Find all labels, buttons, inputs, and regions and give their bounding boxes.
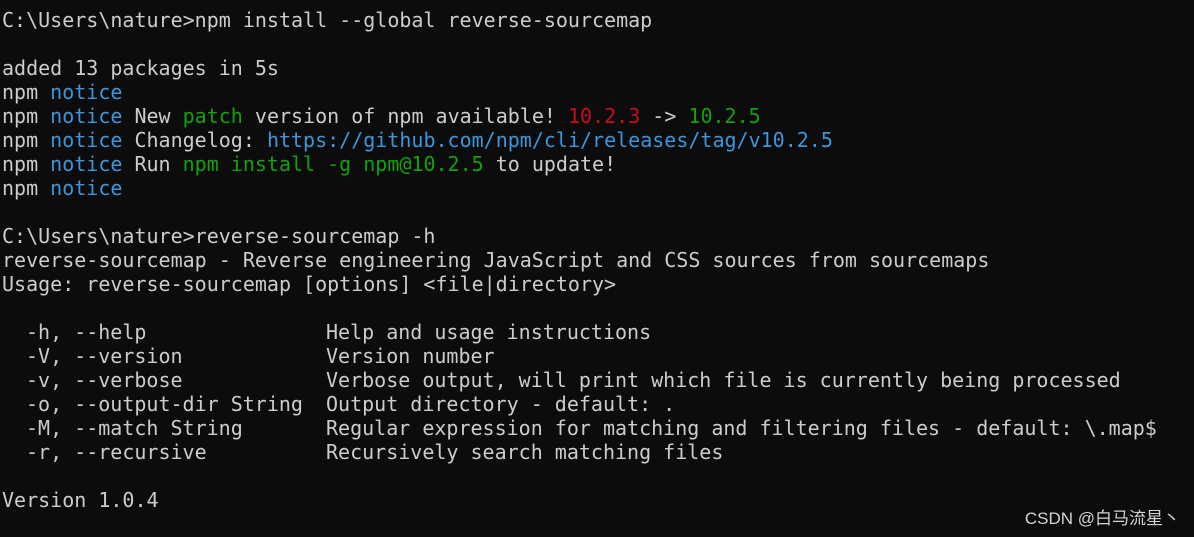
option-flag: -o, --output-dir String <box>26 392 303 416</box>
help-option-row: -v, --verbose Verbose output, will print … <box>2 368 1194 392</box>
option-description: Regular expression for matching and filt… <box>326 416 1157 440</box>
npm-notice-line: npm notice <box>2 80 123 104</box>
csdn-watermark: CSDN @白马流星丶 <box>1024 509 1180 528</box>
command-text: reverse-sourcemap -h <box>194 224 436 248</box>
old-version: 10.2.3 <box>567 104 641 128</box>
update-command: npm install -g npm@10.2.5 <box>182 152 484 176</box>
help-option-row: -o, --output-dir String Output directory … <box>2 392 1194 416</box>
help-option-row: -M, --match String Regular expression for… <box>2 416 1194 440</box>
notice-label: notice <box>50 128 123 152</box>
help-option-row: -V, --version Version number <box>2 344 1194 368</box>
notice-label: notice <box>50 176 123 200</box>
tool-description: reverse-sourcemap - Reverse engineering … <box>2 248 990 272</box>
option-description: Recursively search matching files <box>326 440 724 464</box>
help-option-row: -h, --help Help and usage instructions <box>2 320 1194 344</box>
prompt: C:\Users\nature> <box>2 8 195 32</box>
notice-label: notice <box>50 80 123 104</box>
new-version: 10.2.5 <box>688 104 761 128</box>
patch-label: patch <box>182 104 243 128</box>
help-option-row: -r, --recursive Recursively search matchi… <box>2 440 1194 464</box>
option-flag: -v, --verbose <box>26 368 183 392</box>
option-flag: -r, --recursive <box>26 440 207 464</box>
option-description: Help and usage instructions <box>326 320 652 344</box>
terminal-output[interactable]: C:\Users\nature>npm install --global rev… <box>2 8 1194 512</box>
npm-notice-line: npm notice Run npm install -g npm@10.2.5… <box>2 152 617 176</box>
option-description: Verbose output, will print which file is… <box>326 368 1121 392</box>
notice-label: notice <box>50 104 123 128</box>
notice-label: notice <box>50 152 123 176</box>
option-flag: -V, --version <box>26 344 183 368</box>
prompt: C:\Users\nature> <box>2 224 195 248</box>
npm-notice-line: npm notice <box>2 176 123 200</box>
option-flag: -M, --match String <box>26 416 243 440</box>
command-line-1: C:\Users\nature>npm install --global rev… <box>2 8 1194 32</box>
option-description: Output directory - default: . <box>326 392 676 416</box>
version-line: Version 1.0.4 <box>2 488 159 512</box>
npm-notice-line: npm notice Changelog: https://github.com… <box>2 128 833 152</box>
command-line-2: C:\Users\nature>reverse-sourcemap -h <box>2 224 1194 248</box>
usage-line: Usage: reverse-sourcemap [options] <file… <box>2 272 617 296</box>
command-text: npm install --global reverse-sourcemap <box>194 8 653 32</box>
added-packages-line: added 13 packages in 5s <box>2 56 279 80</box>
npm-notice-line: npm notice New patch version of npm avai… <box>2 104 761 128</box>
changelog-link[interactable]: https://github.com/npm/cli/releases/tag/… <box>267 128 833 152</box>
option-description: Version number <box>326 344 495 368</box>
option-flag: -h, --help <box>26 320 147 344</box>
